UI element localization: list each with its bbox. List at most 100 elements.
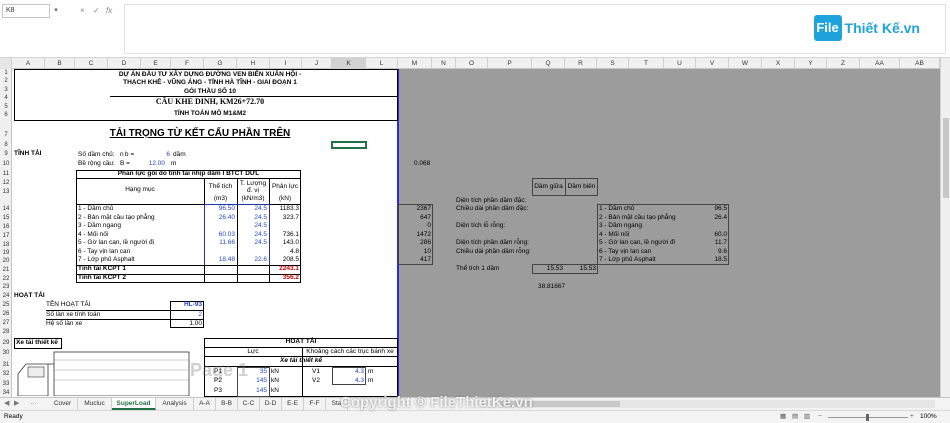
- col-header[interactable]: B: [45, 58, 75, 69]
- label-be-rong: Bề rộng cầu:: [78, 160, 115, 167]
- col-header[interactable]: I: [270, 58, 302, 69]
- p3-unit: kN: [271, 387, 279, 394]
- m-value: 0: [427, 222, 431, 229]
- tab-scroll-left-icon[interactable]: ◀: [4, 399, 9, 407]
- col-header[interactable]: A: [12, 58, 45, 69]
- row-header[interactable]: 31: [0, 361, 12, 369]
- row-header[interactable]: 29: [0, 339, 12, 347]
- zoom-slider-thumb[interactable]: [866, 414, 869, 421]
- name-box-dropdown-icon[interactable]: ▾: [50, 4, 62, 18]
- col-header[interactable]: F: [171, 58, 204, 69]
- row-header[interactable]: 15: [0, 214, 12, 222]
- name-box[interactable]: K8: [2, 4, 50, 18]
- sheet-tab-c-c[interactable]: C-C: [238, 398, 260, 410]
- row-header[interactable]: 28: [0, 328, 12, 336]
- row-header[interactable]: 2: [0, 77, 12, 85]
- normal-view-icon[interactable]: ▦: [780, 413, 786, 421]
- row-header[interactable]: 21: [0, 266, 12, 274]
- enter-icon[interactable]: ✓: [93, 6, 100, 15]
- col-header[interactable]: K: [332, 58, 366, 69]
- sheet-tab-e-e[interactable]: E-E: [282, 398, 304, 410]
- col-header[interactable]: M: [398, 58, 432, 69]
- row-header[interactable]: 14: [0, 205, 12, 213]
- col-header[interactable]: R: [565, 58, 597, 69]
- col-header[interactable]: H: [237, 58, 270, 69]
- page-break-view-icon[interactable]: ▥: [804, 413, 810, 421]
- sheet-tab-b-b[interactable]: B-B: [216, 398, 238, 410]
- zoom-level[interactable]: 100%: [920, 413, 937, 421]
- vertical-scroll-thumb[interactable]: [943, 118, 949, 198]
- col-header[interactable]: T: [629, 58, 664, 69]
- sheet-tab-cover[interactable]: Cover: [48, 398, 78, 410]
- select-all-corner[interactable]: [0, 58, 12, 69]
- row-header[interactable]: 9: [0, 150, 12, 158]
- col-header[interactable]: P: [488, 58, 532, 69]
- col-header[interactable]: V: [696, 58, 729, 69]
- vertical-scrollbar[interactable]: [940, 58, 950, 397]
- row-header[interactable]: 13: [0, 188, 12, 196]
- copyright-watermark: Copyright © FileThietKe.vn: [340, 394, 533, 411]
- row-header[interactable]: 1: [0, 69, 12, 77]
- row-header[interactable]: 30: [0, 349, 12, 357]
- col-header[interactable]: O: [456, 58, 488, 69]
- cancel-icon[interactable]: ×: [80, 6, 85, 15]
- table-cell-vol: 96.50: [218, 205, 235, 212]
- col-header[interactable]: J: [302, 58, 332, 69]
- row-header[interactable]: 16: [0, 223, 12, 231]
- col-header[interactable]: L: [366, 58, 398, 69]
- col-header[interactable]: AB: [900, 58, 940, 69]
- row-header[interactable]: 7: [0, 131, 12, 139]
- table-cell-r: 323.7: [282, 214, 299, 221]
- col-header[interactable]: E: [141, 58, 171, 69]
- col-header[interactable]: G: [204, 58, 237, 69]
- row-header[interactable]: 24: [0, 292, 12, 300]
- col-header[interactable]: W: [729, 58, 762, 69]
- col-header[interactable]: S: [597, 58, 629, 69]
- p3-value[interactable]: 145: [237, 387, 267, 395]
- sheet-tab-f-f[interactable]: F-F: [304, 398, 326, 410]
- ten-hoat-tai-value[interactable]: HL-93: [170, 301, 202, 309]
- sheet-tab-a-a[interactable]: A-A: [194, 398, 216, 410]
- col-header[interactable]: X: [762, 58, 795, 69]
- row-header[interactable]: 32: [0, 370, 12, 378]
- row-header[interactable]: 26: [0, 310, 12, 318]
- row-header[interactable]: 4: [0, 94, 12, 102]
- kcpt2-value: 356.2: [282, 274, 299, 281]
- row-header[interactable]: 27: [0, 319, 12, 327]
- v2-value[interactable]: 4.3: [332, 377, 364, 385]
- row-header[interactable]: 6: [0, 111, 12, 119]
- col-header[interactable]: D: [108, 58, 141, 69]
- col-header[interactable]: C: [75, 58, 108, 69]
- zoom-in-icon[interactable]: +: [910, 413, 914, 421]
- col-header[interactable]: Q: [532, 58, 565, 69]
- more-tabs-icon[interactable]: …: [30, 399, 37, 406]
- row-header[interactable]: 10: [0, 160, 12, 168]
- row-header[interactable]: 17: [0, 232, 12, 240]
- page-layout-icon[interactable]: ▤: [792, 413, 798, 421]
- row-header[interactable]: 33: [0, 380, 12, 388]
- row-header[interactable]: 5: [0, 103, 12, 111]
- row-header[interactable]: 25: [0, 301, 12, 309]
- col-header[interactable]: AA: [860, 58, 900, 69]
- row-header[interactable]: 12: [0, 179, 12, 187]
- row-header[interactable]: 3: [0, 86, 12, 94]
- horizontal-scrollbar[interactable]: [480, 400, 935, 408]
- col-header[interactable]: U: [664, 58, 696, 69]
- row-header[interactable]: 8: [0, 141, 12, 149]
- v1-value[interactable]: 4.3: [332, 368, 364, 376]
- sheet-tab-mucluc[interactable]: Mucluc: [78, 398, 112, 410]
- row-header[interactable]: 11: [0, 170, 12, 178]
- zoom-out-icon[interactable]: −: [818, 413, 822, 421]
- sheet-tab-analysis[interactable]: Analysis: [156, 398, 194, 410]
- col-header[interactable]: Z: [827, 58, 860, 69]
- fx-icon[interactable]: fx: [106, 6, 112, 15]
- sheet-tab-d-d[interactable]: D-D: [260, 398, 282, 410]
- status-bar: Ready ▦ ▤ ▥ − + 100%: [0, 410, 950, 423]
- tab-scroll-right-icon[interactable]: ▶: [14, 399, 19, 407]
- row-header[interactable]: 23: [0, 283, 12, 291]
- col-header[interactable]: N: [432, 58, 456, 69]
- sheet-tab-superload[interactable]: SuperLoad: [112, 398, 156, 410]
- row-header[interactable]: 20: [0, 257, 12, 265]
- col-header[interactable]: Y: [795, 58, 827, 69]
- selected-cell-k8[interactable]: [331, 141, 367, 149]
